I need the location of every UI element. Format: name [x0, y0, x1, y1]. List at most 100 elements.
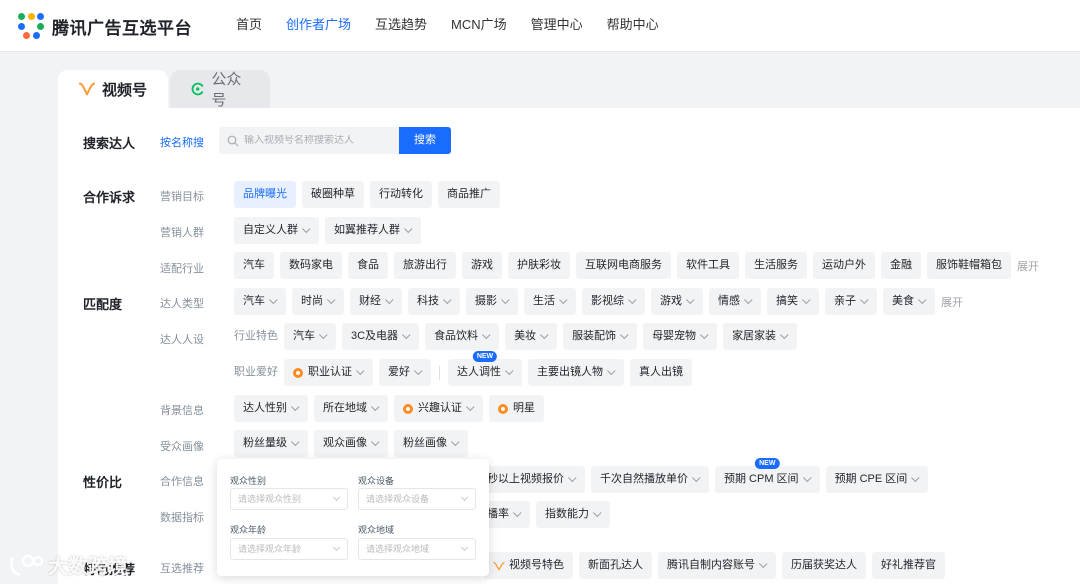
metrics-options: 播率 指数能力 [478, 501, 616, 528]
new-face-option[interactable]: 新面孔达人 [579, 552, 652, 579]
viewer-gender-select[interactable]: 请选择观众性别 [230, 488, 348, 510]
cpm-range-dropdown[interactable]: NEW 预期 CPM 区间 [715, 458, 820, 493]
persona-industry-dropdown[interactable]: 服装配饰 [563, 323, 638, 350]
hobby-label: 爱好 [388, 366, 410, 378]
industry-option[interactable]: 软件工具 [677, 252, 739, 279]
fan-profile-dropdown[interactable]: 粉丝画像 [394, 430, 468, 457]
new-badge: NEW [755, 458, 780, 469]
region-dropdown[interactable]: 所在地域 [314, 395, 388, 422]
type-dropdown[interactable]: 摄影 [466, 288, 518, 315]
type-dropdown[interactable]: 情感 [709, 288, 761, 315]
crowd-dropdown[interactable]: 如翼推荐人群 [325, 217, 421, 244]
main-person-dropdown[interactable]: 主要出镜人物 [528, 359, 624, 386]
chevron-down-icon [371, 402, 380, 411]
viewer-device-placeholder: 请选择观众设备 [366, 494, 430, 504]
viewer-region-select[interactable]: 请选择观众地域 [358, 538, 476, 560]
persona-industry-dropdown[interactable]: 母婴宠物 [643, 323, 718, 350]
tab-official-account[interactable]: 公众号 [170, 70, 270, 109]
chevron-down-icon [460, 493, 469, 502]
type-dropdown[interactable]: 搞笑 [767, 288, 819, 315]
brand-logo[interactable]: 腾讯广告互选平台 [18, 13, 192, 39]
nav-help[interactable]: 帮助中心 [607, 0, 659, 52]
chevron-down-icon [620, 330, 629, 339]
tab-channels[interactable]: 视频号 [58, 70, 168, 108]
search-button[interactable]: 搜索 [399, 127, 451, 154]
tencent-content-dropdown[interactable]: 腾讯自制内容账号 [658, 552, 776, 579]
industry-option[interactable]: 运动户外 [813, 252, 875, 279]
goal-option[interactable]: 品牌曝光 [234, 181, 296, 208]
viewer-age-select[interactable]: 请选择观众年龄 [230, 538, 348, 560]
type-dropdown[interactable]: 科技 [408, 288, 460, 315]
industry-option[interactable]: 汽车 [234, 252, 274, 279]
hobby-dropdown[interactable]: 爱好 [379, 359, 431, 386]
type-dropdown-label: 搞笑 [776, 295, 798, 307]
gender-dropdown[interactable]: 达人性别 [234, 395, 308, 422]
type-expand-link[interactable]: 展开 [941, 294, 963, 310]
cpe-range-dropdown[interactable]: 预期 CPE 区间 [825, 466, 929, 493]
interest-cert-dropdown[interactable]: 兴趣认证 [394, 395, 483, 422]
chevron-down-icon [269, 295, 278, 304]
viewer-profile-label: 观众画像 [323, 437, 367, 449]
industry-option[interactable]: 游戏 [462, 252, 502, 279]
industry-option[interactable]: 服饰鞋帽箱包 [927, 252, 1011, 279]
type-dropdown[interactable]: 美食 [883, 288, 935, 315]
industry-option[interactable]: 旅游出行 [394, 252, 456, 279]
persona-industry-dropdown[interactable]: 3C及电器 [342, 323, 420, 350]
industry-option[interactable]: 金融 [881, 252, 921, 279]
industry-option[interactable]: 数码家电 [280, 252, 342, 279]
type-dropdown[interactable]: 汽车 [234, 288, 286, 315]
background-options: 达人性别 所在地域 兴趣认证 明星 [234, 395, 550, 422]
fan-size-dropdown[interactable]: 粉丝量级 [234, 430, 308, 457]
persona-industry-dropdown[interactable]: 汽车 [284, 323, 336, 350]
type-dropdown[interactable]: 游戏 [651, 288, 703, 315]
fan-size-label: 粉丝量级 [243, 437, 287, 449]
nav-management[interactable]: 管理中心 [531, 0, 583, 52]
industry-expand-link[interactable]: 展开 [1017, 258, 1039, 274]
viewer-profile-dropdown[interactable]: 观众画像 [314, 430, 388, 457]
channels-feature-option[interactable]: 视频号特色 [484, 552, 573, 579]
persona-industry-dropdown[interactable]: 家居家装 [723, 323, 798, 350]
region-label: 所在地域 [323, 402, 367, 414]
nav-trends[interactable]: 互选趋势 [375, 0, 427, 52]
real-person-option[interactable]: 真人出镜 [630, 359, 692, 386]
goal-option[interactable]: 破圈种草 [302, 181, 364, 208]
career-cert-dropdown[interactable]: 职业认证 [284, 359, 373, 386]
search-mode-link[interactable]: 按名称搜 [160, 134, 204, 150]
type-dropdown-label: 游戏 [660, 295, 682, 307]
industry-option[interactable]: 生活服务 [745, 252, 807, 279]
gift-recommender-option[interactable]: 好礼推荐官 [872, 552, 945, 579]
award-winner-option[interactable]: 历届获奖达人 [782, 552, 866, 579]
chevron-down-icon [744, 295, 753, 304]
cpm-unit-dropdown[interactable]: 千次自然播放单价 [591, 466, 709, 493]
index-ability-label: 指数能力 [545, 508, 589, 520]
tonality-dropdown[interactable]: NEW 达人调性 [448, 351, 522, 386]
celebrity-option[interactable]: 明星 [489, 395, 544, 422]
chevron-down-icon [692, 473, 701, 482]
cpm-range-label: 预期 CPM 区间 [724, 473, 799, 485]
certified-badge-icon [293, 367, 303, 378]
type-dropdown[interactable]: 生活 [524, 288, 576, 315]
crowd-dropdown[interactable]: 自定义人群 [234, 217, 319, 244]
goal-option[interactable]: 行动转化 [370, 181, 432, 208]
industry-option[interactable]: 护肤彩妆 [508, 252, 570, 279]
type-dropdown[interactable]: 影视综 [582, 288, 645, 315]
nav-creator-square[interactable]: 创作者广场 [286, 0, 351, 52]
type-dropdown[interactable]: 财经 [350, 288, 402, 315]
industry-option[interactable]: 互联网电商服务 [576, 252, 671, 279]
viewer-device-select[interactable]: 请选择观众设备 [358, 488, 476, 510]
type-label: 达人类型 [160, 298, 204, 310]
goal-option[interactable]: 商品推广 [438, 181, 500, 208]
video-price-dropdown[interactable]: 秒以上视频报价 [478, 466, 585, 493]
persona-industry-dropdown[interactable]: 食品饮料 [425, 323, 500, 350]
watermark: 大数跨境 [8, 550, 128, 579]
persona-industry-dropdown[interactable]: 美妆 [505, 323, 558, 350]
type-dropdown[interactable]: 时尚 [292, 288, 344, 315]
type-dropdown[interactable]: 亲子 [825, 288, 877, 315]
coop-info-options: 秒以上视频报价 千次自然播放单价 NEW 预期 CPM 区间 预期 CPE 区间 [478, 458, 934, 493]
industry-option[interactable]: 食品 [348, 252, 388, 279]
nav-mcn[interactable]: MCN广场 [451, 0, 507, 52]
nav-home[interactable]: 首页 [236, 0, 262, 52]
search-input[interactable] [244, 135, 394, 146]
celebrity-label: 明星 [513, 402, 535, 414]
index-ability-dropdown[interactable]: 指数能力 [536, 501, 610, 528]
